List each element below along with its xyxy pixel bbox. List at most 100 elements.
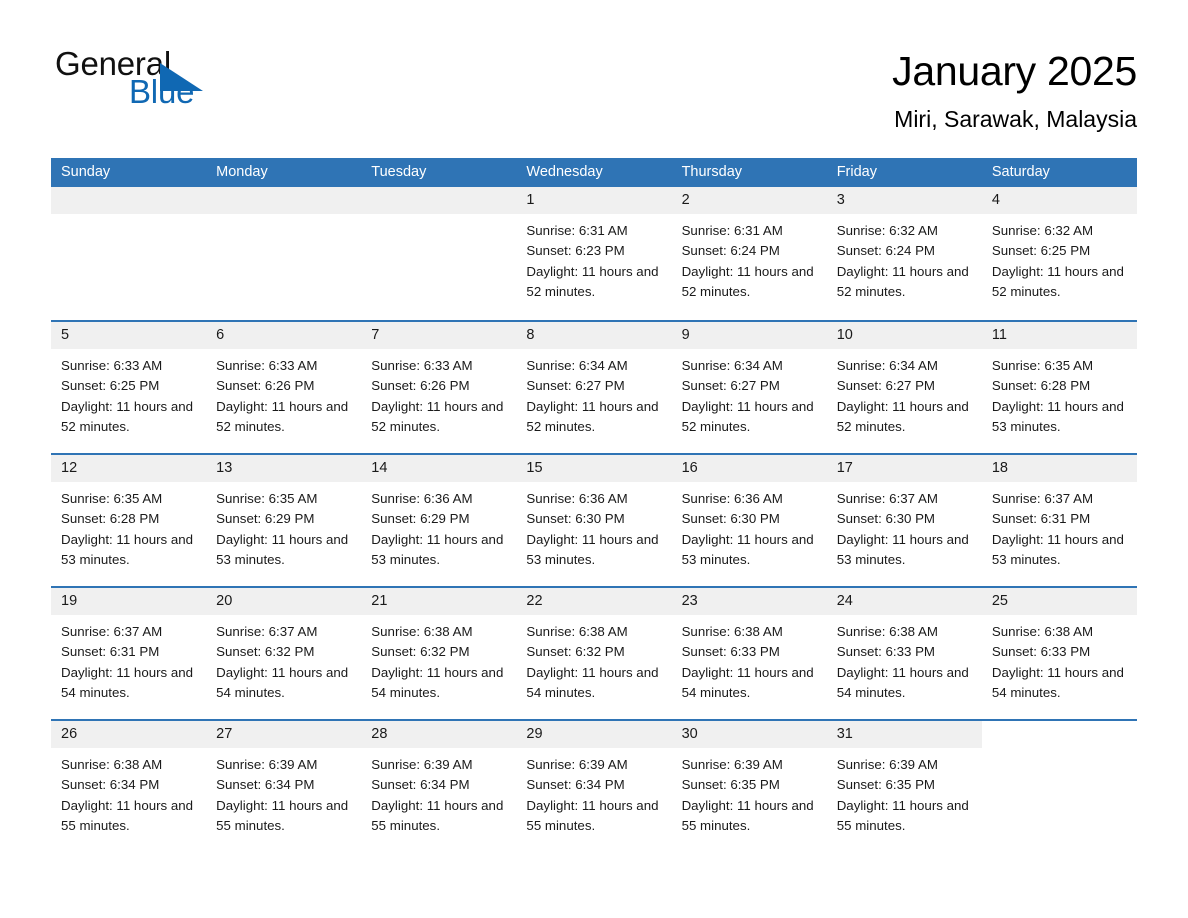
calendar-week-row: 12 Sunrise: 6:35 AM Sunset: 6:28 PM Dayligh… (51, 453, 1137, 586)
day-details: Sunrise: 6:33 AM Sunset: 6:26 PM Daylight:… (206, 349, 361, 437)
sunrise-text: Sunrise: 6:37 AM (61, 624, 163, 639)
daylight-text: Daylight: 11 hours and 54 minutes. (61, 664, 194, 700)
day-number: 31 (826, 721, 982, 748)
calendar-week-row: 19 Sunrise: 6:37 AM Sunset: 6:31 PM Dayligh… (51, 586, 1137, 719)
calendar-day-cell[interactable]: 20 Sunrise: 6:37 AM Sunset: 6:32 PM Dayligh… (206, 588, 362, 719)
weekday-header-saturday: Saturday (991, 164, 1050, 180)
sunset-text: Sunset: 6:28 PM (991, 378, 1091, 394)
day-number: 22 (516, 588, 672, 615)
calendar-day-cell[interactable]: 6 Sunrise: 6:33 AM Sunset: 6:26 PM Daylight… (206, 322, 362, 453)
weekday-header-sunday: Sunday (61, 164, 111, 180)
sunrise-text: Sunrise: 6:33 AM (216, 358, 318, 373)
calendar-day-cell[interactable]: 23 Sunrise: 6:38 AM Sunset: 6:33 PM Dayligh… (671, 588, 827, 719)
daylight-text: Daylight: 11 hours and 54 minutes. (526, 664, 659, 700)
calendar-day-cell[interactable]: 11 Sunrise: 6:35 AM Sunset: 6:28 PM Dayligh… (981, 322, 1137, 453)
day-number: 13 (206, 455, 362, 482)
calendar-day-cell[interactable]: 10 Sunrise: 6:34 AM Sunset: 6:27 PM Dayligh… (826, 322, 982, 453)
day-number: 10 (826, 322, 982, 349)
sunset-text: Sunset: 6:32 PM (371, 644, 470, 660)
day-details: Sunrise: 6:35 AM Sunset: 6:28 PM Daylight:… (982, 349, 1137, 437)
sunrise-text: Sunrise: 6:38 AM (61, 757, 163, 772)
sunset-text: Sunset: 6:29 PM (371, 511, 470, 527)
calendar-day-cell[interactable]: 30 Sunrise: 6:39 AM Sunset: 6:35 PM Dayligh… (671, 721, 827, 852)
day-number: 14 (361, 455, 517, 482)
calendar-day-cell-empty (982, 721, 1137, 852)
calendar-day-cell[interactable]: 25 Sunrise: 6:38 AM Sunset: 6:33 PM Dayligh… (981, 588, 1137, 719)
sunset-text: Sunset: 6:31 PM (61, 644, 160, 660)
daylight-text: Daylight: 11 hours and 54 minutes. (371, 664, 504, 700)
calendar-day-cell[interactable]: 2 Sunrise: 6:31 AM Sunset: 6:24 PM Daylight… (671, 187, 827, 320)
sunrise-text: Sunrise: 6:39 AM (681, 757, 783, 772)
day-number: 8 (516, 322, 672, 349)
calendar-day-cell[interactable]: 26 Sunrise: 6:38 AM Sunset: 6:34 PM Dayligh… (51, 721, 207, 852)
sunset-text: Sunset: 6:32 PM (216, 644, 315, 660)
day-details: Sunrise: 6:34 AM Sunset: 6:27 PM Daylight:… (827, 349, 982, 437)
location-subtitle: Miri, Sarawak, Malaysia (894, 106, 1137, 132)
sunrise-text: Sunrise: 6:32 AM (836, 223, 938, 238)
calendar-day-cell[interactable]: 7 Sunrise: 6:33 AM Sunset: 6:26 PM Daylight… (361, 322, 517, 453)
sunrise-text: Sunrise: 6:35 AM (216, 491, 318, 506)
day-number: 16 (671, 455, 827, 482)
daylight-text: Daylight: 11 hours and 52 minutes. (526, 263, 659, 299)
daylight-text: Daylight: 11 hours and 53 minutes. (526, 531, 659, 567)
daylight-text: Daylight: 11 hours and 53 minutes. (61, 531, 194, 567)
day-details: Sunrise: 6:35 AM Sunset: 6:29 PM Daylight:… (206, 482, 361, 570)
day-number: 26 (51, 721, 207, 748)
calendar-day-cell[interactable]: 14 Sunrise: 6:36 AM Sunset: 6:29 PM Dayligh… (361, 455, 517, 586)
sunrise-text: Sunrise: 6:37 AM (216, 624, 318, 639)
sunrise-text: Sunrise: 6:34 AM (836, 358, 938, 373)
calendar-day-cell-empty (206, 187, 362, 320)
calendar-day-cell[interactable]: 4 Sunrise: 6:32 AM Sunset: 6:25 PM Daylight… (981, 187, 1137, 320)
day-number: 2 (671, 187, 827, 214)
calendar-day-cell[interactable]: 8 Sunrise: 6:34 AM Sunset: 6:27 PM Daylight… (516, 322, 672, 453)
calendar-day-cell[interactable]: 18 Sunrise: 6:37 AM Sunset: 6:31 PM Dayligh… (981, 455, 1137, 586)
daylight-text: Daylight: 11 hours and 52 minutes. (836, 263, 969, 299)
calendar-weeks: 1 Sunrise: 6:31 AM Sunset: 6:23 PM Daylight… (51, 187, 1137, 852)
daylight-text: Daylight: 11 hours and 53 minutes. (216, 531, 349, 567)
day-details: Sunrise: 6:34 AM Sunset: 6:27 PM Daylight:… (516, 349, 671, 437)
calendar-day-cell[interactable]: 28 Sunrise: 6:39 AM Sunset: 6:34 PM Dayligh… (361, 721, 517, 852)
daylight-text: Daylight: 11 hours and 52 minutes. (836, 398, 969, 434)
day-number (361, 187, 517, 214)
calendar-day-cell[interactable]: 5 Sunrise: 6:33 AM Sunset: 6:25 PM Daylight… (51, 322, 207, 453)
day-number: 9 (671, 322, 827, 349)
day-details: Sunrise: 6:32 AM Sunset: 6:25 PM Daylight:… (982, 214, 1137, 302)
daylight-text: Daylight: 11 hours and 55 minutes. (61, 797, 194, 833)
calendar-day-cell[interactable]: 24 Sunrise: 6:38 AM Sunset: 6:33 PM Dayligh… (826, 588, 982, 719)
calendar-day-cell[interactable]: 1 Sunrise: 6:31 AM Sunset: 6:23 PM Daylight… (516, 187, 672, 320)
calendar-day-cell[interactable]: 12 Sunrise: 6:35 AM Sunset: 6:28 PM Dayligh… (51, 455, 207, 586)
sunset-text: Sunset: 6:27 PM (836, 378, 936, 394)
calendar-day-cell[interactable]: 16 Sunrise: 6:36 AM Sunset: 6:30 PM Dayligh… (671, 455, 827, 586)
general-blue-logo[interactable]: General Blue (55, 44, 255, 116)
weekday-header-thursday: Thursday (681, 164, 743, 180)
sunset-text: Sunset: 6:30 PM (836, 511, 936, 527)
daylight-text: Daylight: 11 hours and 53 minutes. (991, 531, 1124, 567)
calendar-day-cell[interactable]: 17 Sunrise: 6:37 AM Sunset: 6:30 PM Dayligh… (826, 455, 982, 586)
calendar-day-cell[interactable]: 19 Sunrise: 6:37 AM Sunset: 6:31 PM Dayligh… (51, 588, 207, 719)
calendar-day-cell[interactable]: 15 Sunrise: 6:36 AM Sunset: 6:30 PM Dayligh… (516, 455, 672, 586)
sunrise-text: Sunrise: 6:39 AM (216, 757, 318, 772)
day-number: 21 (361, 588, 517, 615)
calendar-day-cell[interactable]: 29 Sunrise: 6:39 AM Sunset: 6:34 PM Dayligh… (516, 721, 672, 852)
day-details: Sunrise: 6:35 AM Sunset: 6:28 PM Daylight:… (51, 482, 206, 570)
calendar-day-cell[interactable]: 3 Sunrise: 6:32 AM Sunset: 6:24 PM Daylight… (826, 187, 982, 320)
weekday-header-monday: Monday (216, 164, 268, 180)
sunset-text: Sunset: 6:29 PM (216, 511, 315, 527)
daylight-text: Daylight: 11 hours and 55 minutes. (371, 797, 504, 833)
calendar-day-cell[interactable]: 27 Sunrise: 6:39 AM Sunset: 6:34 PM Dayligh… (206, 721, 362, 852)
calendar-day-cell[interactable]: 22 Sunrise: 6:38 AM Sunset: 6:32 PM Dayligh… (516, 588, 672, 719)
sunrise-text: Sunrise: 6:35 AM (991, 358, 1094, 373)
calendar-day-cell[interactable]: 21 Sunrise: 6:38 AM Sunset: 6:32 PM Dayligh… (361, 588, 517, 719)
day-details: Sunrise: 6:37 AM Sunset: 6:32 PM Daylight:… (206, 615, 361, 703)
day-details: Sunrise: 6:33 AM Sunset: 6:26 PM Daylight:… (361, 349, 516, 437)
calendar-day-cell[interactable]: 13 Sunrise: 6:35 AM Sunset: 6:29 PM Dayligh… (206, 455, 362, 586)
sunrise-text: Sunrise: 6:38 AM (526, 624, 628, 639)
day-details: Sunrise: 6:37 AM Sunset: 6:31 PM Daylight:… (51, 615, 206, 703)
sunrise-text: Sunrise: 6:39 AM (526, 757, 628, 772)
calendar-day-cell[interactable]: 31 Sunrise: 6:39 AM Sunset: 6:35 PM Dayligh… (826, 721, 982, 852)
day-number: 20 (206, 588, 362, 615)
sunset-text: Sunset: 6:31 PM (991, 511, 1091, 527)
day-number: 28 (361, 721, 517, 748)
day-number: 11 (981, 322, 1137, 349)
calendar-day-cell[interactable]: 9 Sunrise: 6:34 AM Sunset: 6:27 PM Daylight… (671, 322, 827, 453)
